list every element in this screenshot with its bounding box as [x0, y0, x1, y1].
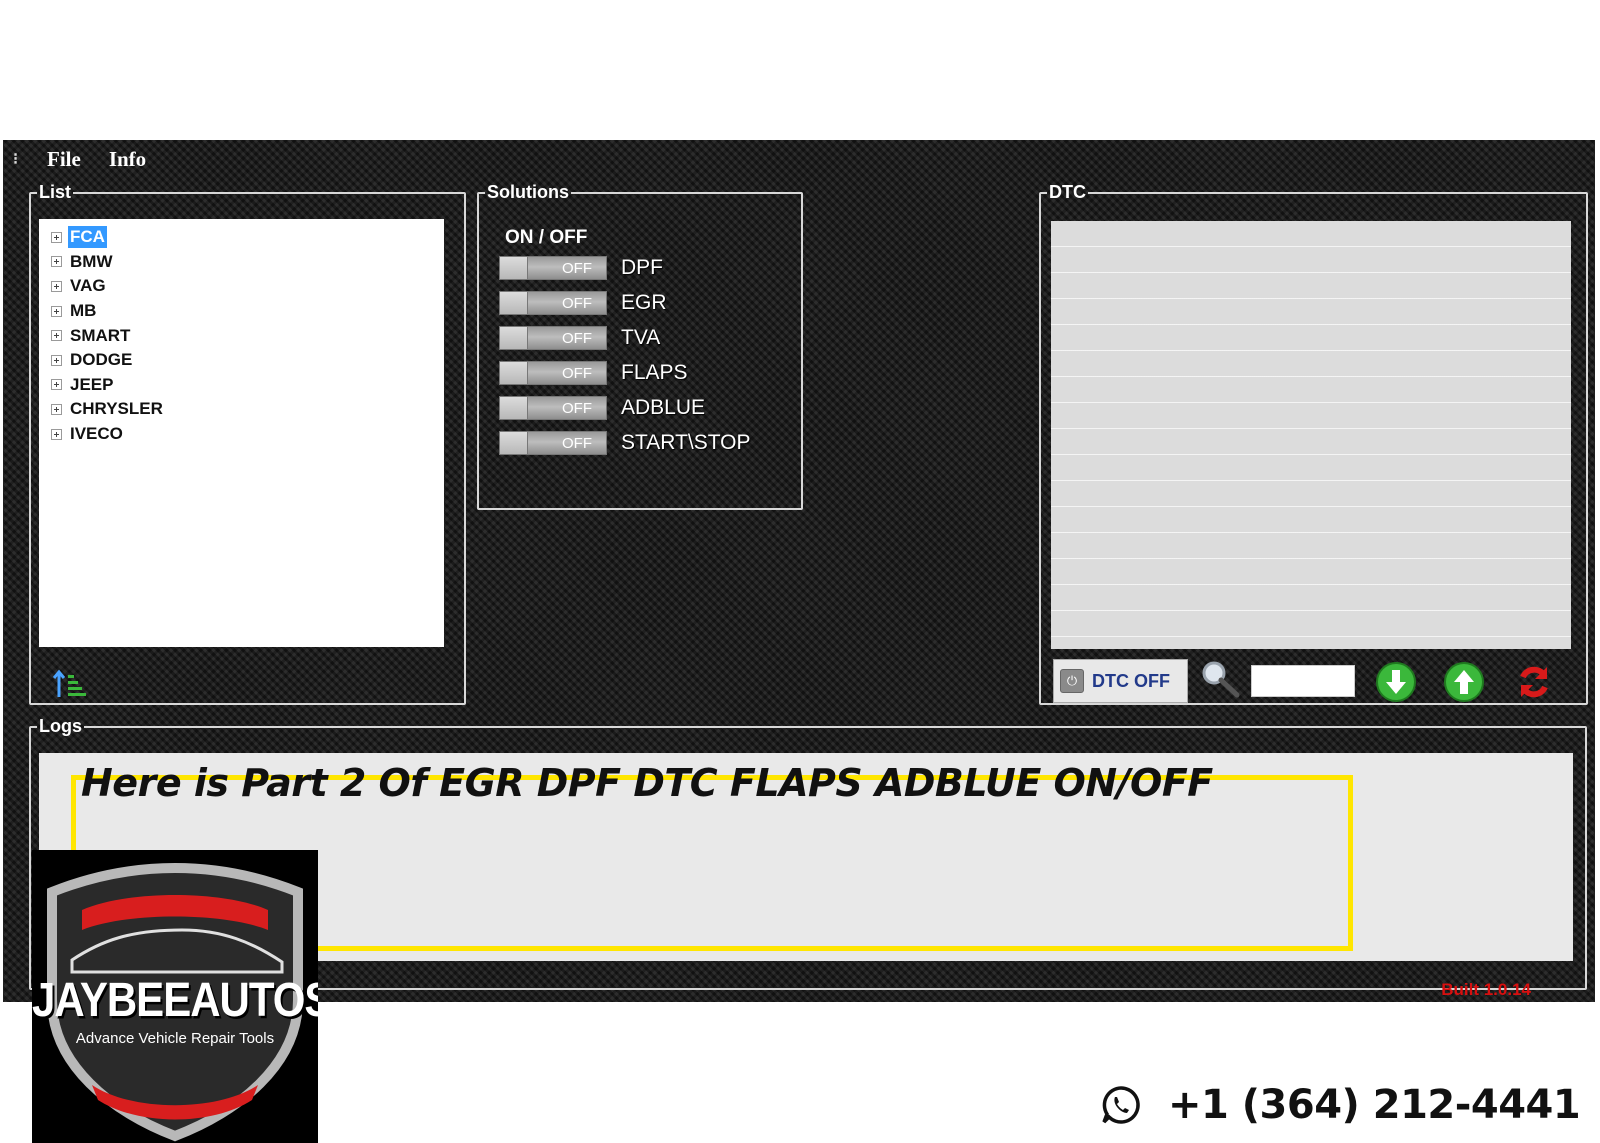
build-version: Built 1.0.14: [1441, 980, 1531, 999]
toggle-state: OFF: [562, 295, 592, 312]
solution-row-start-stop: OFF START\STOP: [499, 428, 751, 458]
dtc-search-input[interactable]: [1251, 665, 1355, 697]
dpf-toggle[interactable]: OFF: [499, 256, 607, 280]
solution-label: DPF: [621, 256, 663, 279]
tree-node-bmw[interactable]: BMW: [39, 250, 444, 275]
tree-node-vag[interactable]: VAG: [39, 274, 444, 299]
solution-row-egr: OFF EGR: [499, 288, 667, 318]
dtc-legend: DTC: [1049, 182, 1086, 202]
solution-row-dpf: OFF DPF: [499, 253, 663, 283]
tree-node-jeep[interactable]: JEEP: [39, 373, 444, 398]
expand-icon[interactable]: [51, 379, 62, 391]
tree-node-fca[interactable]: FCA: [39, 225, 444, 250]
expand-icon[interactable]: [51, 330, 62, 342]
download-arrow-icon[interactable]: [1375, 661, 1417, 703]
toggle-state: OFF: [562, 330, 592, 347]
tree-node-iveco[interactable]: IVECO: [39, 422, 444, 447]
solutions-legend: Solutions: [487, 182, 569, 202]
expand-icon[interactable]: [51, 403, 62, 415]
expand-icon[interactable]: [51, 305, 62, 317]
expand-icon[interactable]: [51, 256, 62, 268]
on-off-header: ON / OFF: [505, 227, 588, 248]
solution-label: FLAPS: [621, 361, 688, 384]
tree-node-label: CHRYSLER: [70, 399, 163, 419]
toggle-knob: [500, 257, 528, 279]
tree-node-label: JEEP: [70, 374, 114, 394]
tree-node-mb[interactable]: MB: [39, 299, 444, 324]
power-icon: ⏻: [1060, 669, 1084, 693]
expand-icon[interactable]: [51, 428, 62, 440]
menu-file[interactable]: File: [47, 147, 81, 172]
flaps-toggle[interactable]: OFF: [499, 361, 607, 385]
list-group: List FCA BMW VAG MB SMART DODGE JEEP CHR…: [29, 182, 466, 705]
expand-icon[interactable]: [51, 280, 62, 292]
headline-text: Here is Part 2 Of EGR DPF DTC FLAPS ADBL…: [81, 761, 1213, 805]
tree-node-smart[interactable]: SMART: [39, 323, 444, 348]
tree-node-label: DODGE: [70, 350, 133, 370]
solution-label: TVA: [621, 326, 661, 349]
solution-label: ADBLUE: [621, 396, 706, 419]
menu-bar: ⁝ File Info: [13, 146, 146, 172]
list-legend: List: [39, 182, 72, 202]
contact-info: +1 (364) 212-4441: [1100, 1082, 1581, 1128]
tree-node-chrysler[interactable]: CHRYSLER: [39, 397, 444, 422]
toggle-knob: [500, 432, 528, 454]
adblue-toggle[interactable]: OFF: [499, 396, 607, 420]
solution-label: START\STOP: [621, 431, 751, 454]
brand-tagline: Advance Vehicle Repair Tools: [75, 1030, 275, 1047]
tree-node-label: FCA: [68, 226, 107, 249]
dtc-off-button[interactable]: ⏻ DTC OFF: [1053, 659, 1188, 703]
brand-logo: JAYBEEAUTOS Advance Vehicle Repair Tools: [32, 850, 318, 1143]
upload-arrow-icon[interactable]: [1443, 661, 1485, 703]
tree-node-label: VAG: [70, 276, 106, 296]
solution-row-adblue: OFF ADBLUE: [499, 393, 705, 423]
tree-node-label: IVECO: [70, 424, 123, 444]
solution-row-flaps: OFF FLAPS: [499, 358, 688, 388]
logs-legend: Logs: [39, 716, 82, 736]
toggle-knob: [500, 327, 528, 349]
phone-number: +1 (364) 212-4441: [1168, 1082, 1581, 1128]
dtc-list[interactable]: [1051, 221, 1571, 649]
whatsapp-icon: [1102, 1086, 1140, 1124]
expand-icon[interactable]: [51, 231, 62, 243]
toggle-knob: [500, 362, 528, 384]
refresh-icon[interactable]: [1513, 661, 1555, 703]
toolbar-grip-icon[interactable]: ⁝: [13, 149, 19, 169]
egr-toggle[interactable]: OFF: [499, 291, 607, 315]
toggle-state: OFF: [562, 435, 592, 452]
toggle-state: OFF: [562, 260, 592, 277]
start-stop-toggle[interactable]: OFF: [499, 431, 607, 455]
magnifier-icon[interactable]: [1199, 659, 1243, 699]
brand-name: JAYBEEAUTOS: [32, 972, 318, 1027]
expand-icon[interactable]: [51, 354, 62, 366]
dtc-group: DTC ⏻ DTC OFF: [1039, 182, 1588, 705]
tree-node-label: MB: [70, 301, 97, 321]
toggle-state: OFF: [562, 365, 592, 382]
tree-node-label: SMART: [70, 325, 131, 345]
solution-label: EGR: [621, 291, 667, 314]
sort-ascending-icon[interactable]: [51, 667, 87, 701]
solutions-group: Solutions ON / OFF OFF DPF OFF EGR OFF T…: [477, 182, 803, 510]
solution-row-tva: OFF TVA: [499, 323, 660, 353]
tree-node-label: BMW: [70, 251, 113, 271]
toggle-knob: [500, 397, 528, 419]
tree-node-dodge[interactable]: DODGE: [39, 348, 444, 373]
manufacturer-tree[interactable]: FCA BMW VAG MB SMART DODGE JEEP CHRYSLER…: [39, 219, 444, 647]
dtc-off-label: DTC OFF: [1092, 670, 1170, 691]
screenshot-stage: ⁝ File Info List FCA BMW VAG MB SMART DO…: [0, 0, 1600, 1143]
menu-info[interactable]: Info: [109, 147, 146, 172]
toggle-knob: [500, 292, 528, 314]
tva-toggle[interactable]: OFF: [499, 326, 607, 350]
toggle-state: OFF: [562, 400, 592, 417]
